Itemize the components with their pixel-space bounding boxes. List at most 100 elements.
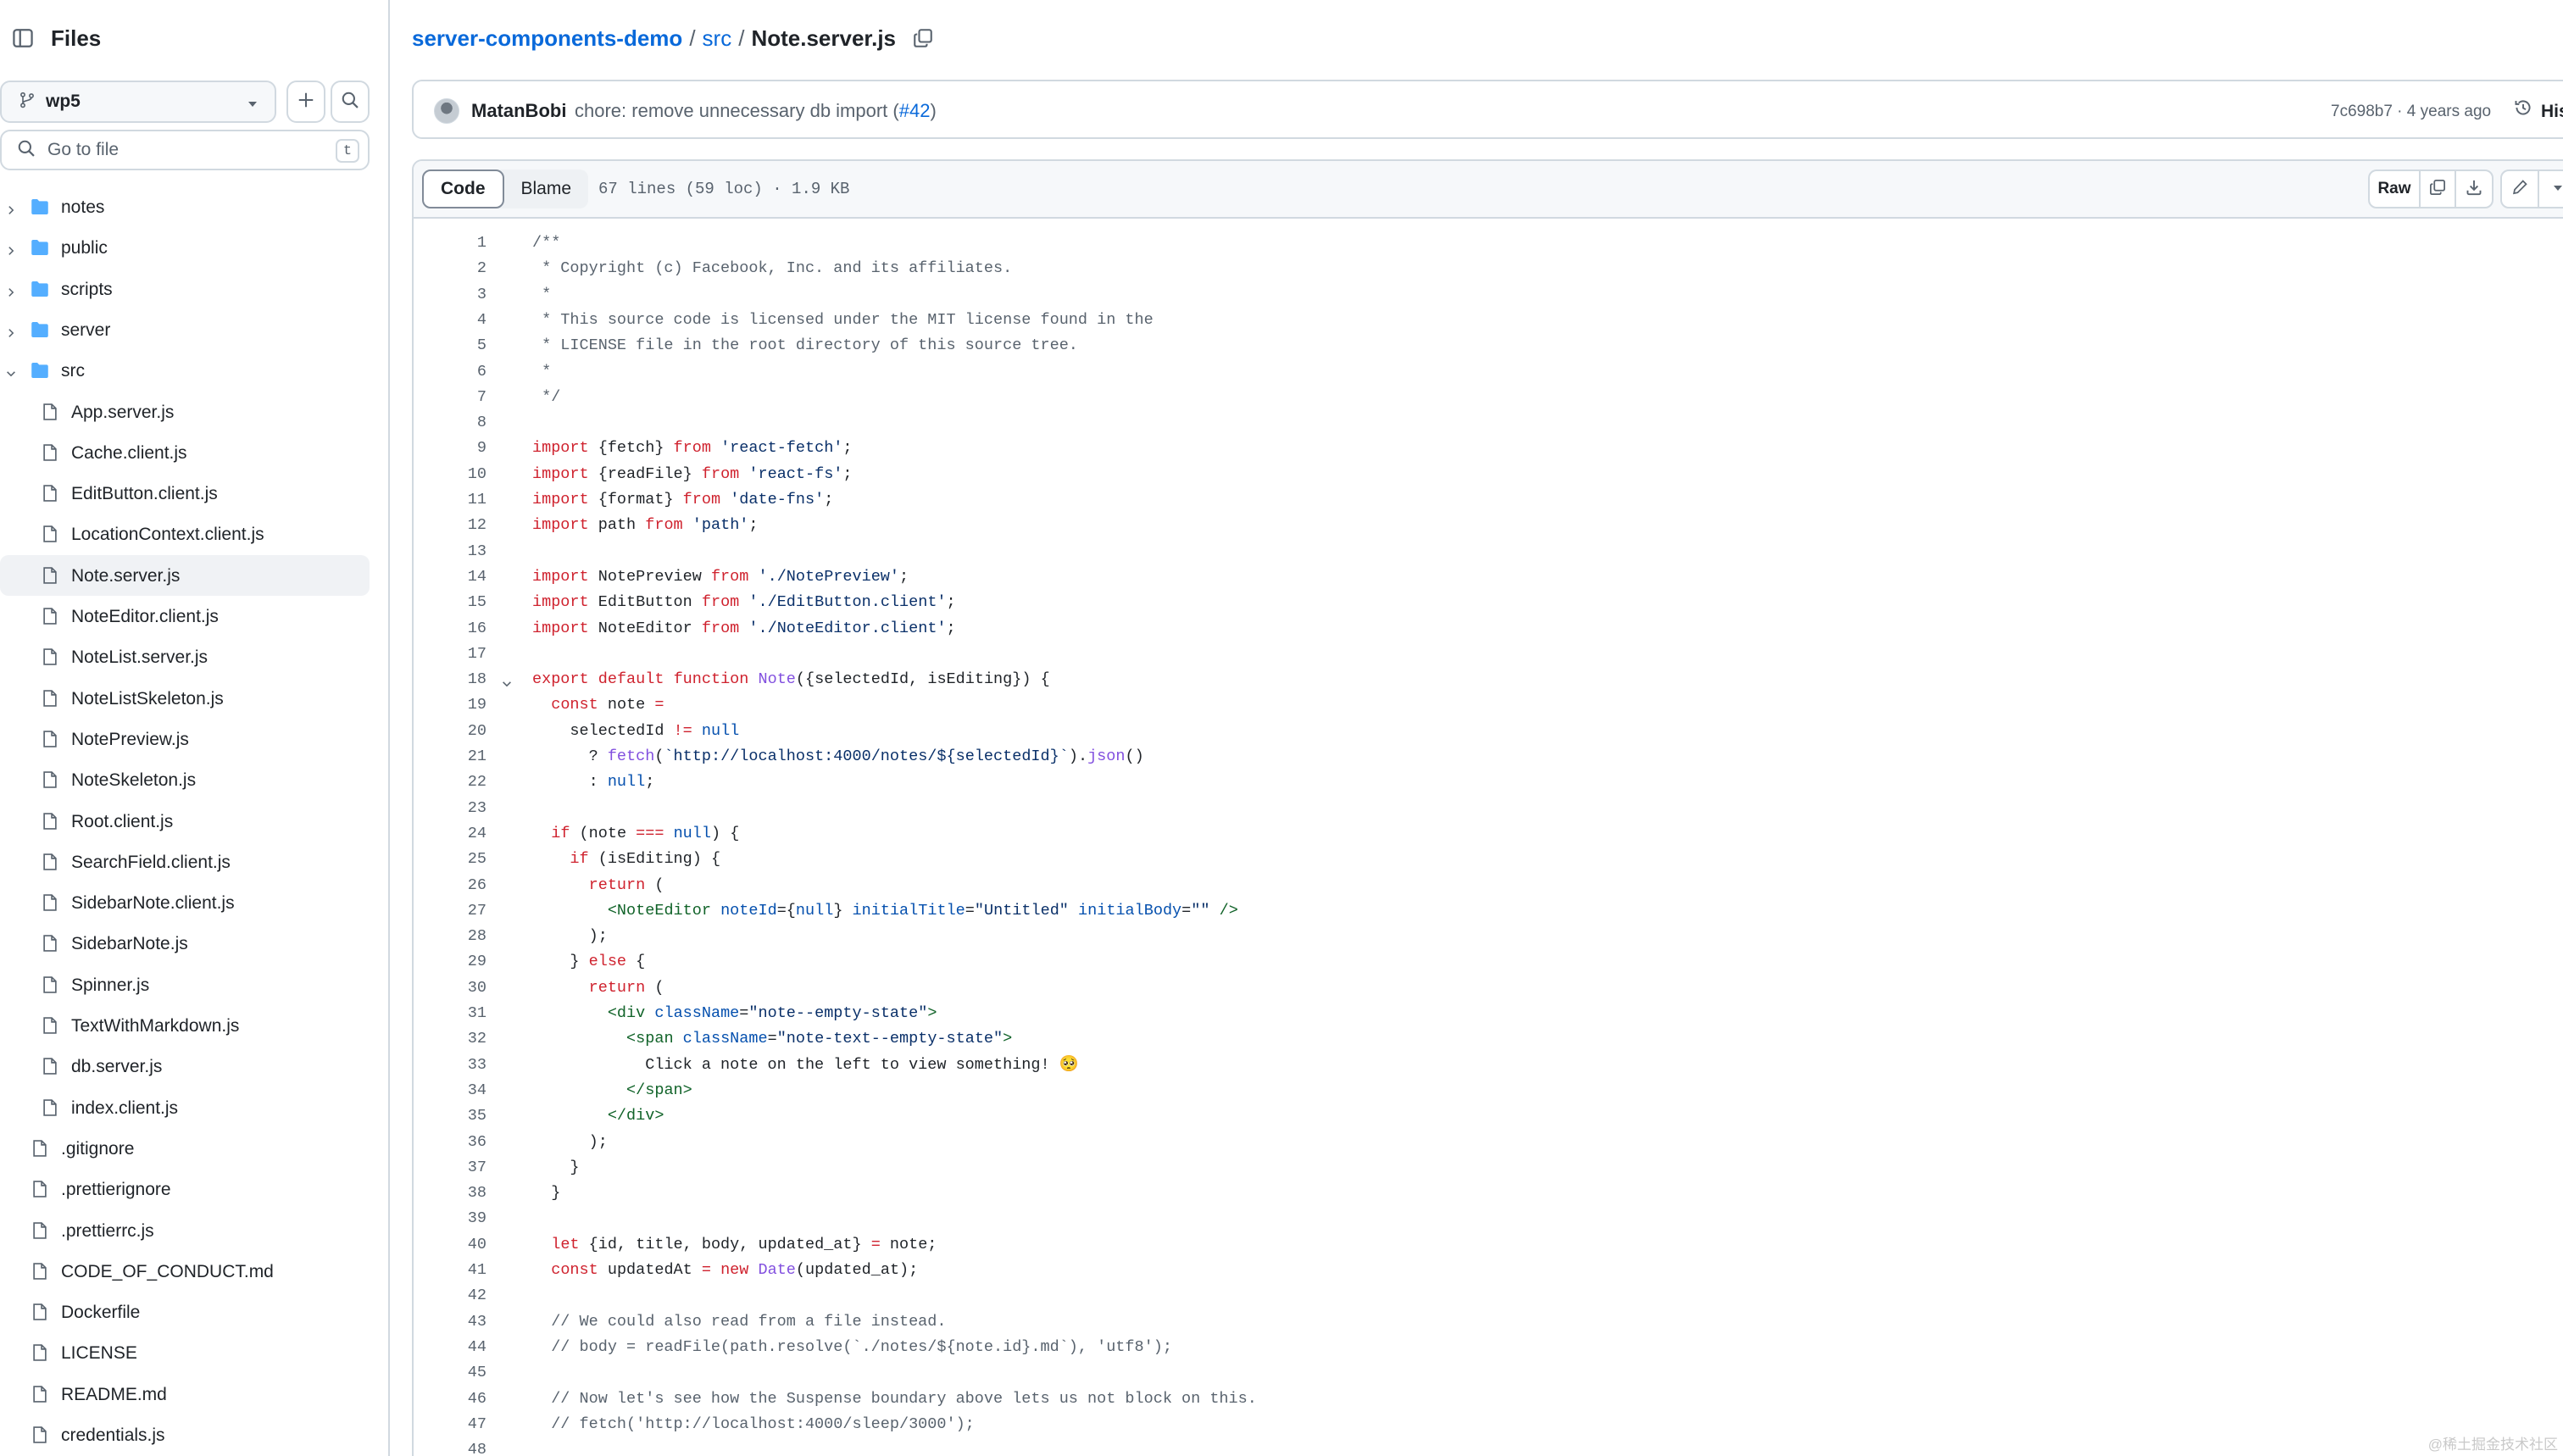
tree-folder-server[interactable]: server bbox=[0, 309, 370, 350]
line-number[interactable]: 48 bbox=[414, 1437, 486, 1456]
tree-file-noteskeleton-js[interactable]: NoteSkeleton.js bbox=[0, 759, 370, 800]
pr-link[interactable]: #42 bbox=[899, 100, 931, 121]
chevron-right-icon[interactable] bbox=[5, 324, 17, 344]
line-number[interactable]: 34 bbox=[414, 1078, 486, 1103]
line-number[interactable]: 32 bbox=[414, 1026, 486, 1052]
line-number[interactable]: 33 bbox=[414, 1053, 486, 1078]
tree-folder-src[interactable]: src bbox=[0, 350, 370, 391]
tree-file-sidebarnote-js[interactable]: SidebarNote.js bbox=[0, 923, 370, 964]
commit-meta[interactable]: 7c698b7 · 4 years ago bbox=[2331, 100, 2491, 124]
line-number[interactable]: 29 bbox=[414, 949, 486, 975]
edit-options-button[interactable] bbox=[2539, 171, 2563, 207]
line-number[interactable]: 2 bbox=[414, 256, 486, 281]
tree-folder-notes[interactable]: notes bbox=[0, 186, 370, 227]
tree-folder-public[interactable]: public bbox=[0, 227, 370, 268]
line-number[interactable]: 12 bbox=[414, 513, 486, 538]
line-number[interactable]: 28 bbox=[414, 924, 486, 949]
line-number[interactable]: 19 bbox=[414, 692, 486, 718]
tab-code[interactable]: Code bbox=[422, 169, 504, 208]
tree-file-noteeditor-client-js[interactable]: NoteEditor.client.js bbox=[0, 596, 370, 636]
line-number[interactable]: 17 bbox=[414, 642, 486, 667]
line-number[interactable]: 40 bbox=[414, 1232, 486, 1258]
tree-file-cache-client-js[interactable]: Cache.client.js bbox=[0, 432, 370, 473]
download-raw-button[interactable] bbox=[2456, 171, 2492, 207]
line-number[interactable]: 14 bbox=[414, 564, 486, 590]
tree-file-notelist-server-js[interactable]: NoteList.server.js bbox=[0, 636, 370, 677]
breadcrumb-dir-link[interactable]: src bbox=[703, 24, 732, 53]
chevron-right-icon[interactable] bbox=[5, 242, 17, 262]
line-number[interactable]: 31 bbox=[414, 1001, 486, 1026]
tree-file-textwithmarkdown-js[interactable]: TextWithMarkdown.js bbox=[0, 1005, 370, 1046]
raw-button[interactable]: Raw bbox=[2370, 171, 2421, 207]
tree-file-code-of-conduct-md[interactable]: CODE_OF_CONDUCT.md bbox=[0, 1251, 370, 1292]
tree-file-notepreview-js[interactable]: NotePreview.js bbox=[0, 719, 370, 759]
line-number[interactable]: 1 bbox=[414, 231, 486, 256]
tree-file-prettierrc-js[interactable]: .prettierrc.js bbox=[0, 1210, 370, 1251]
line-number[interactable]: 46 bbox=[414, 1387, 486, 1412]
line-number[interactable]: 27 bbox=[414, 898, 486, 924]
line-number[interactable]: 37 bbox=[414, 1155, 486, 1181]
line-number[interactable]: 30 bbox=[414, 975, 486, 1001]
tree-file-root-client-js[interactable]: Root.client.js bbox=[0, 801, 370, 842]
tree-file-spinner-js[interactable]: Spinner.js bbox=[0, 964, 370, 1005]
tree-file-license[interactable]: LICENSE bbox=[0, 1332, 370, 1373]
line-number[interactable]: 25 bbox=[414, 847, 486, 872]
line-number[interactable]: 41 bbox=[414, 1258, 486, 1283]
copy-raw-button[interactable] bbox=[2421, 171, 2456, 207]
tree-file-locationcontext-client-js[interactable]: LocationContext.client.js bbox=[0, 514, 370, 554]
go-to-file-input[interactable] bbox=[47, 140, 319, 160]
line-number[interactable]: 22 bbox=[414, 770, 486, 795]
tree-file-db-server-js[interactable]: db.server.js bbox=[0, 1046, 370, 1086]
line-number[interactable]: 20 bbox=[414, 719, 486, 744]
line-number[interactable]: 43 bbox=[414, 1309, 486, 1335]
line-number[interactable]: 9 bbox=[414, 436, 486, 461]
go-to-file-field[interactable]: t bbox=[0, 130, 370, 170]
avatar[interactable] bbox=[434, 98, 459, 124]
tree-file-readme-md[interactable]: README.md bbox=[0, 1374, 370, 1414]
tree-file-index-client-js[interactable]: index.client.js bbox=[0, 1087, 370, 1128]
line-number[interactable]: 44 bbox=[414, 1335, 486, 1360]
chevron-down-icon[interactable] bbox=[5, 364, 17, 385]
line-number[interactable]: 36 bbox=[414, 1130, 486, 1155]
line-number[interactable]: 13 bbox=[414, 539, 486, 564]
line-number[interactable]: 39 bbox=[414, 1206, 486, 1231]
line-number[interactable]: 4 bbox=[414, 308, 486, 333]
line-number[interactable]: 18 bbox=[414, 667, 486, 692]
line-number[interactable]: 3 bbox=[414, 282, 486, 308]
chevron-right-icon[interactable] bbox=[5, 201, 17, 221]
breadcrumb-repo-link[interactable]: server-components-demo bbox=[412, 24, 682, 53]
line-number[interactable]: 10 bbox=[414, 462, 486, 487]
add-file-button[interactable] bbox=[286, 81, 325, 123]
chevron-right-icon[interactable] bbox=[5, 283, 17, 303]
branch-selector[interactable]: wp5 bbox=[0, 81, 276, 123]
line-number[interactable]: 6 bbox=[414, 359, 486, 385]
tree-file-note-server-js[interactable]: Note.server.js bbox=[0, 554, 370, 596]
tree-file-editbutton-client-js[interactable]: EditButton.client.js bbox=[0, 473, 370, 514]
line-number[interactable]: 45 bbox=[414, 1360, 486, 1386]
line-number[interactable]: 21 bbox=[414, 744, 486, 770]
tree-file-sidebarnote-client-js[interactable]: SidebarNote.client.js bbox=[0, 882, 370, 923]
line-number[interactable]: 47 bbox=[414, 1412, 486, 1437]
line-number[interactable]: 24 bbox=[414, 821, 486, 847]
commit-author[interactable]: MatanBobi bbox=[471, 98, 566, 124]
tree-file-prettierignore[interactable]: .prettierignore bbox=[0, 1169, 370, 1209]
line-number[interactable]: 15 bbox=[414, 590, 486, 615]
edit-file-button[interactable] bbox=[2502, 171, 2539, 207]
tree-file-app-server-js[interactable]: App.server.js bbox=[0, 392, 370, 432]
line-number[interactable]: 42 bbox=[414, 1283, 486, 1309]
history-button[interactable]: His bbox=[2514, 98, 2563, 125]
tree-file-credentials-js[interactable]: credentials.js bbox=[0, 1414, 370, 1455]
tree-file-searchfield-client-js[interactable]: SearchField.client.js bbox=[0, 842, 370, 882]
line-number[interactable]: 8 bbox=[414, 410, 486, 436]
commit-message[interactable]: chore: remove unnecessary db import (#42… bbox=[575, 98, 937, 124]
line-number[interactable]: 38 bbox=[414, 1181, 486, 1206]
line-number[interactable]: 16 bbox=[414, 616, 486, 642]
line-number[interactable]: 5 bbox=[414, 333, 486, 358]
line-number[interactable]: 11 bbox=[414, 487, 486, 513]
tab-blame[interactable]: Blame bbox=[504, 169, 589, 208]
tree-file-notelistskeleton-js[interactable]: NoteListSkeleton.js bbox=[0, 678, 370, 719]
tree-folder-scripts[interactable]: scripts bbox=[0, 269, 370, 309]
line-number[interactable]: 7 bbox=[414, 385, 486, 410]
search-files-button[interactable] bbox=[331, 81, 370, 123]
tree-file-dockerfile[interactable]: Dockerfile bbox=[0, 1292, 370, 1332]
